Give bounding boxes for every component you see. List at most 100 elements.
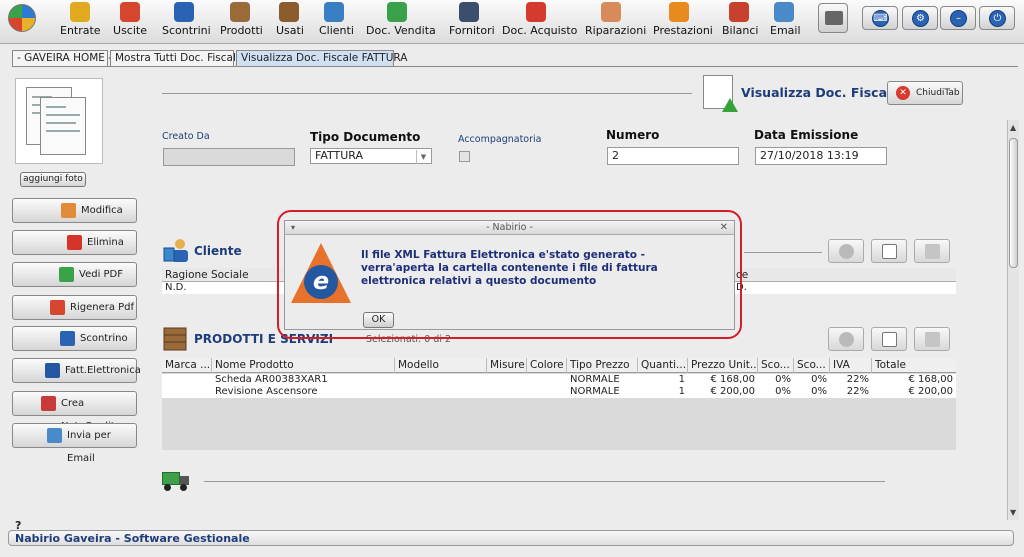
edit-icon (61, 203, 76, 218)
tab-view-fiscal-doc[interactable]: Visualizza Doc. Fiscale FATTURA (236, 50, 407, 66)
toolbar-item-uscite[interactable]: Uscite (113, 2, 147, 37)
view-pdf-icon (59, 267, 74, 282)
toolbar-item-riparazioni[interactable]: Riparazioni (585, 2, 646, 37)
customer-view-button[interactable] (871, 239, 907, 263)
product-view-button[interactable] (871, 327, 907, 351)
product-add-button[interactable] (828, 327, 864, 351)
column-header[interactable]: Quanti... (638, 358, 688, 373)
toolbar-item-label: Entrate (60, 24, 101, 37)
table-row[interactable]: Scheda AR00383XAR1 NORMALE 1 € 168,00 0% 0% 22… (162, 374, 956, 386)
keyboard-button[interactable]: ⌨ (862, 6, 898, 30)
side-button-label: Vedi PDF (79, 269, 124, 280)
products-table-header: Marca ... Nome Prodotto Modello Misure C… (162, 358, 956, 373)
tab-all-fiscal-docs[interactable]: Mostra Tutti Doc. Fiscale (110, 50, 242, 66)
expense-icon (120, 2, 140, 22)
settings-button[interactable]: ⚙ (902, 6, 938, 30)
tab-gaveira-home[interactable]: - GAVEIRA HOME - (12, 50, 112, 66)
column-header[interactable]: Modello (395, 358, 487, 373)
toolbar-item-scontrini[interactable]: Scontrini (162, 2, 211, 37)
toolbar-item-usati[interactable]: Usati (276, 2, 304, 37)
created-by-field (163, 148, 295, 166)
app-logo-icon[interactable] (8, 4, 36, 32)
column-header[interactable]: Nome Prodotto (212, 358, 395, 373)
accompanying-checkbox[interactable] (459, 151, 470, 162)
keyboard-icon: ⌨ (872, 10, 889, 27)
column-header[interactable]: Marca ... (162, 358, 212, 373)
chevron-down-icon[interactable]: ▼ (416, 150, 430, 164)
product-remove-button[interactable] (914, 327, 950, 351)
toolbar-item-fornitori[interactable]: Fornitori (449, 2, 495, 37)
fatt-elettronica-button[interactable]: Fatt.Elettronica (12, 358, 141, 383)
customer-add-button[interactable] (828, 239, 864, 263)
document-type-value: FATTURA (315, 149, 364, 162)
scroll-down-icon[interactable]: ▼ (1010, 508, 1016, 517)
cash-register-button[interactable] (818, 3, 848, 33)
vertical-scrollbar[interactable]: ▲ ▼ (1007, 120, 1019, 520)
table-row[interactable]: Revisione Ascensore NORMALE 1 € 200,00 0% 0% 2… (162, 386, 956, 398)
customers-icon (324, 2, 344, 22)
toolbar-item-email[interactable]: Email (770, 2, 801, 37)
column-header[interactable]: Tipo Prezzo (567, 358, 638, 373)
cell-sconto2: 0% (811, 374, 827, 385)
cell-colore (527, 386, 567, 398)
cell-marca (162, 374, 212, 386)
document-upload-icon (703, 75, 738, 112)
toolbar-item-prodotti[interactable]: Prodotti (220, 2, 263, 37)
vedi-pdf-button[interactable]: Vedi PDF (12, 262, 137, 287)
scroll-up-icon[interactable]: ▲ (1010, 123, 1016, 132)
circle-icon (839, 332, 854, 347)
toolbar-item-label: Doc. Vendita (366, 24, 436, 37)
column-header[interactable]: Sco... (758, 358, 794, 373)
issue-date-field[interactable]: 27/10/2018 13:19 (755, 147, 887, 165)
box-icon (230, 2, 250, 22)
column-header[interactable]: Totale (872, 358, 956, 373)
suppliers-icon (459, 2, 479, 22)
toolbar-item-doc-vendita[interactable]: Doc. Vendita (366, 2, 436, 37)
dialog-titlebar[interactable]: ▾ - Nabirio - ✕ (285, 221, 734, 235)
number-field[interactable]: 2 (607, 147, 739, 165)
document-type-select[interactable]: FATTURA ▼ (310, 148, 432, 164)
rigenera-pdf-button[interactable]: Rigenera Pdf (12, 295, 137, 320)
power-button[interactable]: ⏻ (979, 6, 1015, 30)
window-menu-icon[interactable]: ▾ (291, 221, 295, 235)
dialog-title: - Nabirio - (486, 222, 533, 233)
scroll-thumb[interactable] (1009, 138, 1018, 268)
cell-nome: Revisione Ascensore (215, 386, 318, 397)
minimize-button[interactable]: – (940, 6, 976, 30)
column-header[interactable]: Sco... (794, 358, 830, 373)
cell-totale: € 168,00 (908, 374, 953, 385)
number-label: Numero (606, 128, 660, 142)
column-header[interactable]: Prezzo Unit... (688, 358, 758, 373)
toolbar-item-prestazioni[interactable]: Prestazioni (653, 2, 713, 37)
products-box-icon (163, 327, 187, 351)
cell-nome: Scheda AR00383XAR1 (215, 374, 328, 385)
customer-remove-button[interactable] (914, 239, 950, 263)
glasses-doc-icon (882, 244, 897, 259)
toolbar-item-label: Email (770, 24, 801, 37)
elimina-button[interactable]: Elimina (12, 230, 137, 255)
cell-misure (487, 386, 527, 398)
add-photo-button[interactable]: aggiungi foto (20, 172, 86, 187)
toolbar-item-label: Prodotti (220, 24, 263, 37)
side-button-label: Scontrino (80, 333, 128, 344)
toolbar-item-bilanci[interactable]: Bilanci (722, 2, 758, 37)
toolbar-item-label: Clienti (319, 24, 354, 37)
column-header[interactable]: Misure (487, 358, 527, 373)
crea-notacredito-button[interactable]: Crea NotaCredito (12, 391, 137, 432)
close-tab-button[interactable]: ✕ ChiudiTab (887, 81, 963, 105)
invia-per-email-button[interactable]: Invia per Email (12, 423, 137, 464)
cell-prezzo: € 168,00 (710, 374, 755, 385)
close-icon: ✕ (896, 86, 910, 100)
column-header[interactable]: IVA (830, 358, 872, 373)
toolbar-item-clienti[interactable]: Clienti (319, 2, 354, 37)
ok-button[interactable]: OK (363, 312, 394, 328)
modifica-button[interactable]: Modifica (12, 198, 137, 223)
accompanying-label: Accompagnatoria (458, 134, 542, 145)
toolbar-item-label: Usati (276, 24, 304, 37)
column-header[interactable]: Colore (527, 358, 567, 373)
toolbar-item-entrate[interactable]: Entrate (60, 2, 101, 37)
toolbar-item-doc-acquisto[interactable]: Doc. Acquisto (502, 2, 577, 37)
close-icon[interactable]: ✕ (720, 221, 728, 235)
scontrino-button[interactable]: Scontrino (12, 326, 137, 351)
circle-icon (839, 244, 854, 259)
